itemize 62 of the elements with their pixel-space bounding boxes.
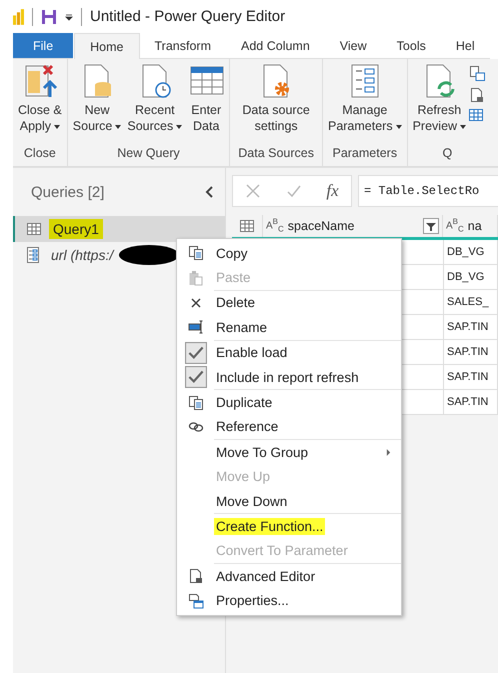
panel-title: Queries [2] bbox=[31, 184, 104, 200]
ribbon-button[interactable]: Data source settings bbox=[239, 63, 313, 144]
menu-item[interactable]: Copy bbox=[177, 241, 401, 266]
group-label: New Query bbox=[116, 145, 181, 162]
group-label: Q bbox=[441, 145, 454, 162]
menu-item[interactable]: Create Function... bbox=[177, 514, 401, 539]
app-logo-icon bbox=[13, 8, 24, 26]
table-cell: SAP.TIN bbox=[444, 315, 498, 339]
column-header[interactable]: A$^{B}$$_{C}$ na bbox=[443, 215, 498, 237]
checkmark-icon[interactable] bbox=[286, 183, 302, 199]
column-header[interactable]: A$^{B}$$_{C}$ spaceName bbox=[263, 215, 443, 237]
query-name: url (https:/ bbox=[50, 246, 116, 265]
properties-icon bbox=[188, 592, 204, 609]
ribbon-button[interactable]: New Source bbox=[70, 63, 124, 144]
ribbon-button[interactable]: Enter Data bbox=[185, 63, 228, 144]
document-icon bbox=[188, 568, 204, 584]
group-label: Data Sources bbox=[237, 145, 315, 162]
table-cell: DB_VG bbox=[444, 265, 498, 289]
formula-field[interactable]: = Table.SelectRo bbox=[358, 175, 498, 207]
table-cell: SALES_ bbox=[444, 290, 498, 314]
fx-button[interactable]: fx bbox=[326, 181, 339, 201]
column-name: spaceName bbox=[288, 219, 356, 233]
rename-icon bbox=[188, 319, 204, 336]
table-cell: SAP.TIN bbox=[444, 365, 498, 389]
ribbon-tab[interactable]: Home bbox=[74, 33, 140, 59]
paste-icon bbox=[188, 270, 204, 286]
table-icon bbox=[27, 223, 41, 235]
query-name: Query1 bbox=[49, 219, 103, 239]
copy-icon bbox=[188, 245, 204, 262]
menu-item[interactable]: Delete bbox=[177, 290, 401, 316]
menu-item[interactable]: Duplicate bbox=[177, 390, 401, 415]
table-cell: SAP.TIN bbox=[444, 340, 498, 364]
ribbon-button[interactable]: Refresh Preview bbox=[410, 63, 470, 144]
file-tab[interactable]: File bbox=[13, 33, 74, 59]
ribbon-button[interactable]: Close & Apply bbox=[15, 63, 65, 144]
menu-item[interactable]: Rename bbox=[177, 315, 401, 340]
collapse-icon[interactable] bbox=[205, 186, 215, 198]
ribbon-button[interactable]: Manage Parameters bbox=[324, 63, 405, 144]
properties-icon[interactable] bbox=[469, 65, 486, 81]
menu-item[interactable]: Reference bbox=[177, 414, 401, 440]
menu-item[interactable]: Enable load bbox=[177, 340, 401, 365]
group-label: Close bbox=[22, 145, 57, 162]
query-item[interactable]: Query1 bbox=[13, 216, 225, 242]
submenu-arrow-icon bbox=[386, 448, 391, 456]
menu-item[interactable]: Move Down bbox=[177, 488, 401, 514]
column-name: na bbox=[468, 219, 483, 233]
table-cell: DB_VG bbox=[444, 240, 498, 264]
menu-item[interactable]: Properties... bbox=[177, 588, 401, 613]
caret-icon[interactable] bbox=[65, 12, 73, 20]
table-cell: SAP.TIN bbox=[444, 390, 498, 414]
parameter-icon bbox=[27, 247, 39, 263]
window-title: Untitled - Power Query Editor bbox=[90, 8, 286, 25]
menu-item[interactable]: Move To Group bbox=[177, 440, 401, 465]
filter-icon[interactable] bbox=[423, 218, 439, 234]
document-icon[interactable] bbox=[469, 87, 486, 103]
menu-item[interactable]: Include in report refresh bbox=[177, 364, 401, 390]
table-icon bbox=[240, 220, 254, 232]
copy-icon bbox=[188, 394, 204, 411]
menu-item[interactable]: Advanced Editor bbox=[177, 564, 401, 588]
ribbon-button[interactable]: Recent Sources bbox=[124, 63, 186, 144]
group-label: Parameters bbox=[331, 145, 398, 162]
table-icon[interactable] bbox=[469, 109, 484, 121]
